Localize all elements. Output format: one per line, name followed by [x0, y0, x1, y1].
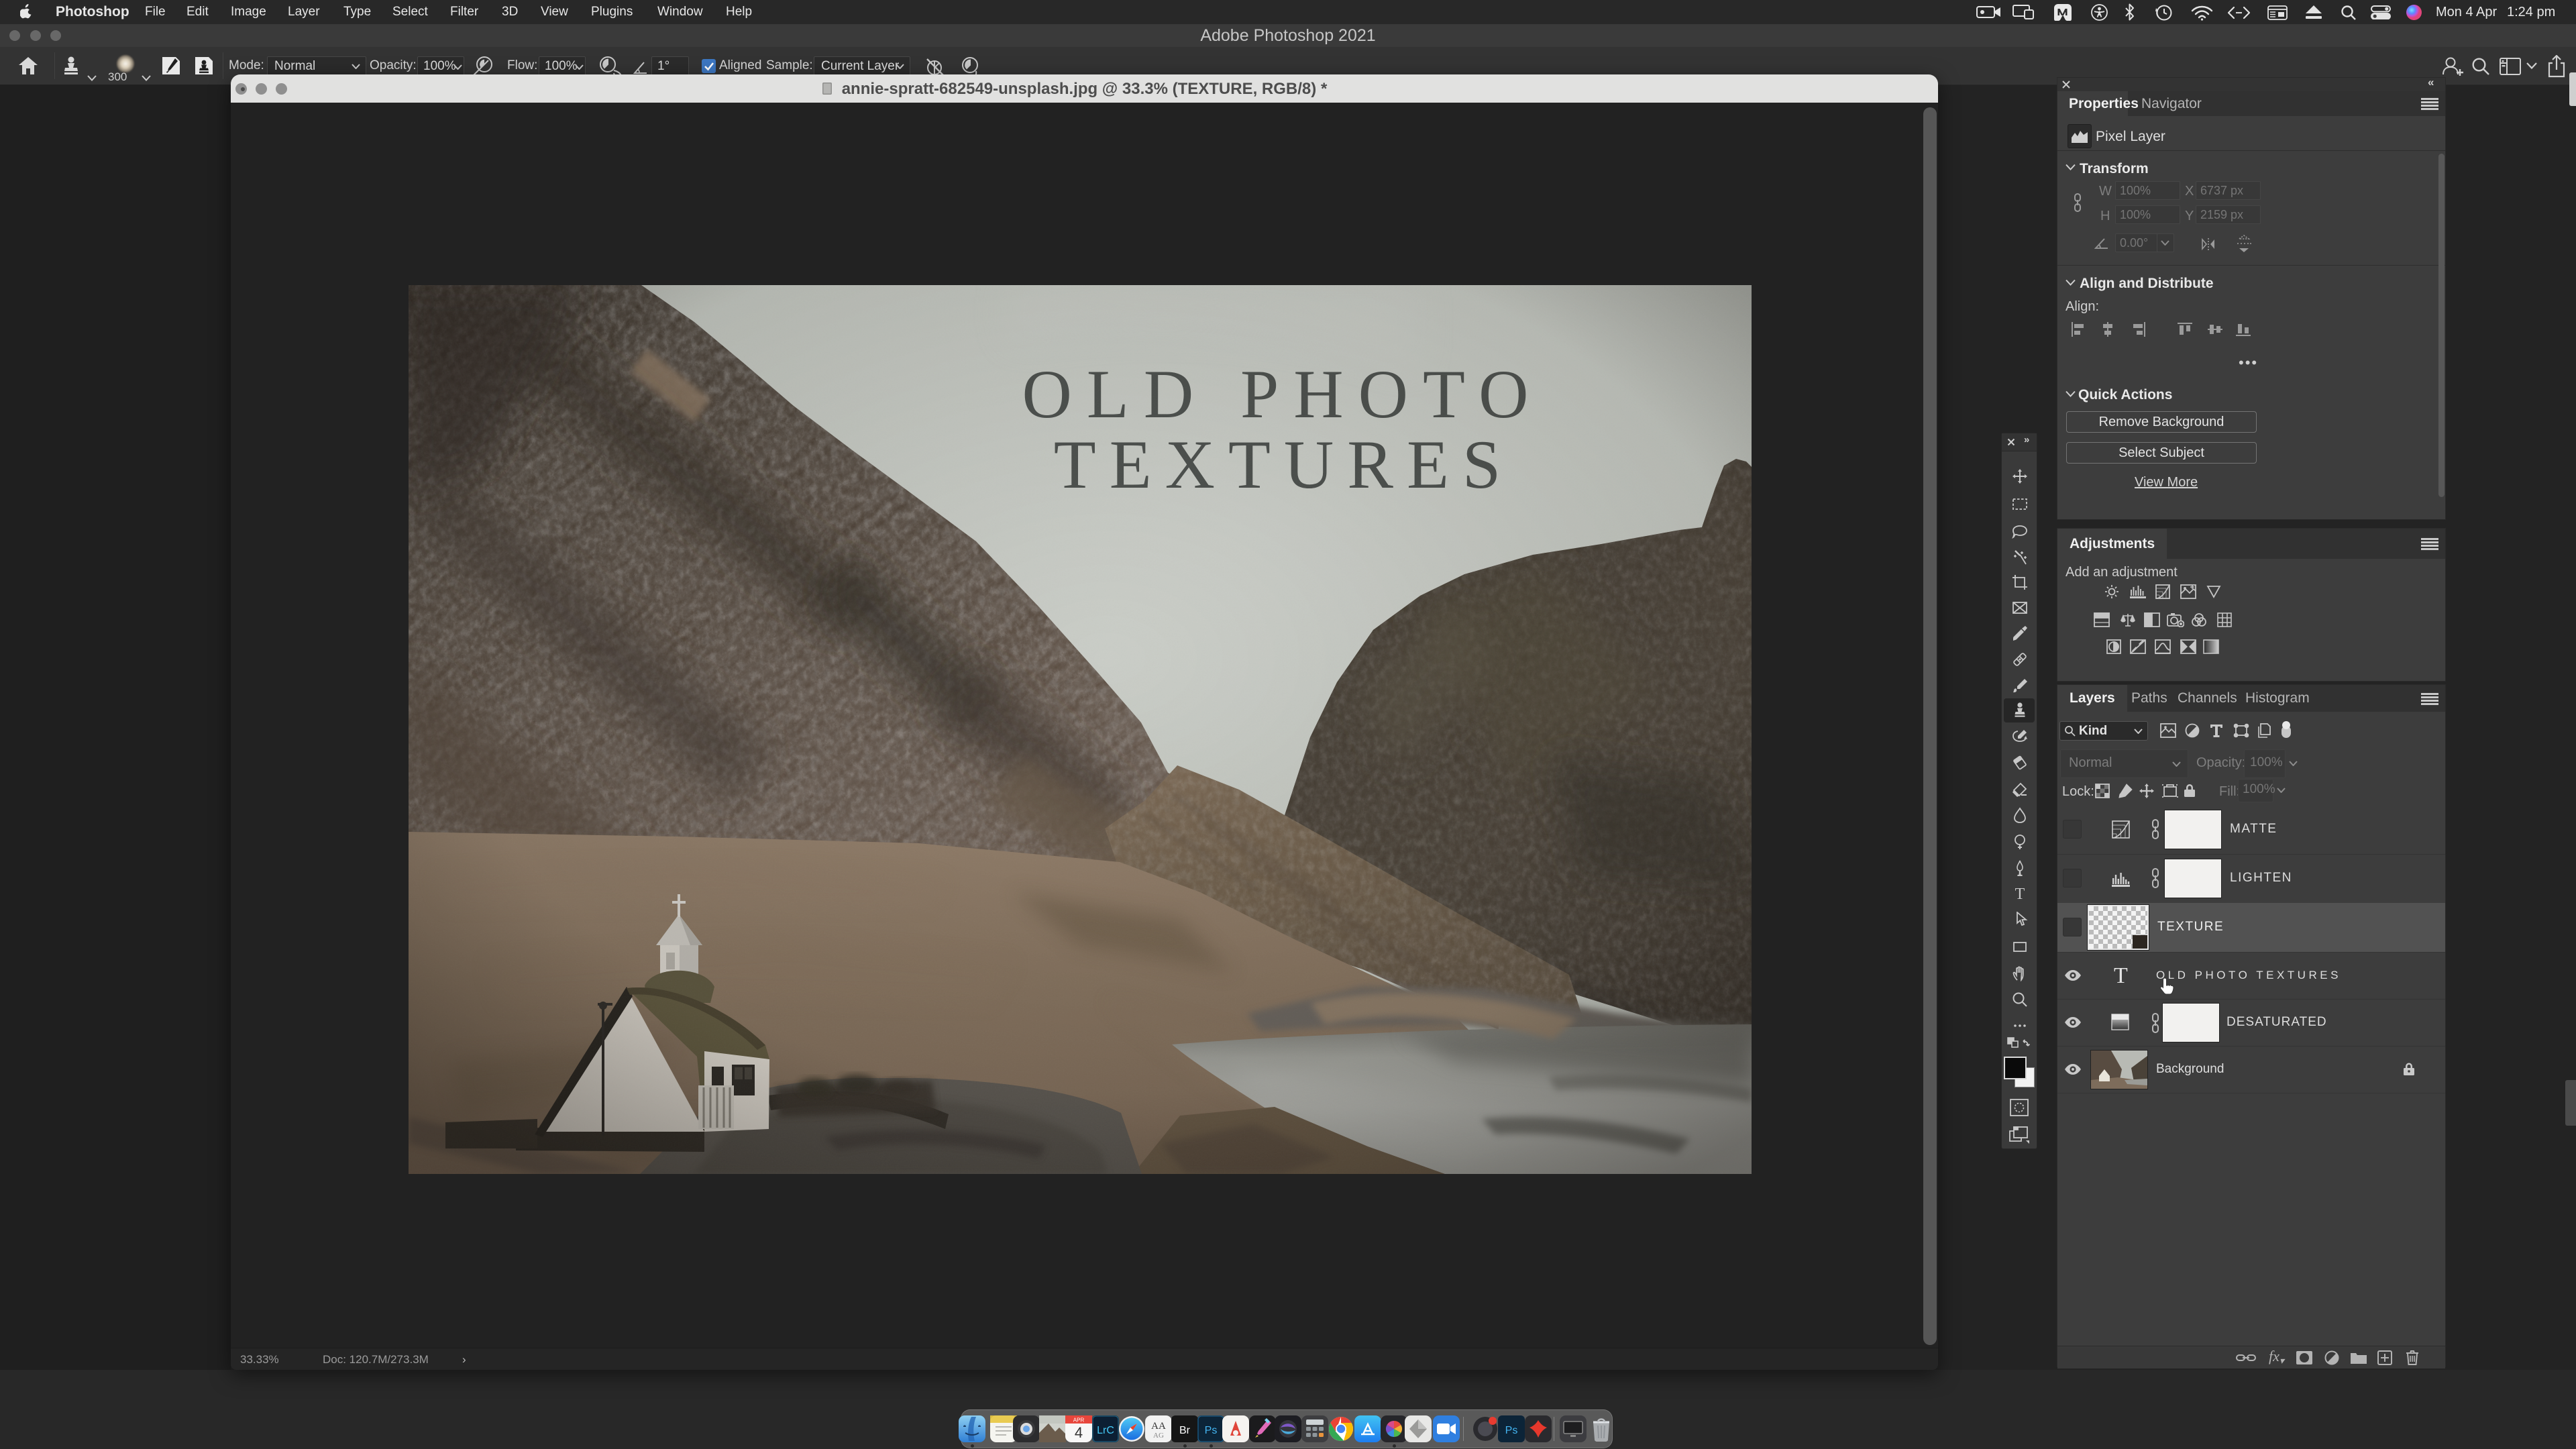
- svg-text:LrC: LrC: [1097, 1425, 1114, 1436]
- svg-text:Br: Br: [1179, 1425, 1191, 1436]
- svg-text:T: T: [2015, 885, 2025, 902]
- svg-text:4: 4: [1075, 1424, 1083, 1441]
- svg-text:AA: AA: [1151, 1421, 1166, 1432]
- svg-text:Ps: Ps: [1505, 1425, 1518, 1436]
- svg-text:APR: APR: [1073, 1417, 1085, 1424]
- svg-text:AG: AG: [1153, 1432, 1164, 1440]
- svg-text:Ps: Ps: [1205, 1425, 1218, 1436]
